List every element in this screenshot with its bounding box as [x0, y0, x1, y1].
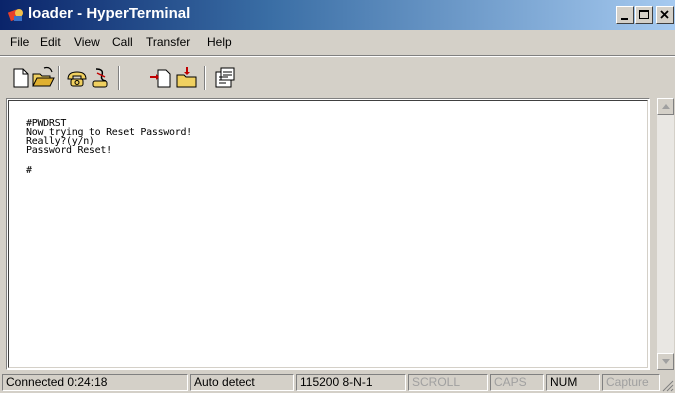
send-icon	[150, 69, 171, 88]
scroll-down-button[interactable]	[657, 353, 674, 370]
terminal-line: Password Reset!	[26, 145, 112, 156]
call-icon	[67, 71, 87, 87]
menu-file[interactable]: File	[10, 35, 29, 49]
status-detect: Auto detect	[190, 374, 294, 391]
vertical-scrollbar[interactable]	[656, 98, 674, 370]
close-icon	[660, 10, 669, 19]
scroll-up-button[interactable]	[657, 98, 674, 115]
status-scroll: SCROLL	[408, 374, 488, 391]
menu-view[interactable]: View	[74, 35, 100, 49]
minimize-button[interactable]	[616, 6, 634, 24]
title-bar[interactable]: loader - HyperTerminal	[0, 0, 675, 30]
send-button[interactable]	[148, 65, 174, 91]
disconnect-icon	[92, 68, 108, 88]
status-caps: CAPS	[490, 374, 544, 391]
toolbar-separator	[58, 66, 60, 90]
menu-call[interactable]: Call	[112, 35, 133, 49]
status-bar: Connected 0:24:18 Auto detect 115200 8-N…	[0, 371, 675, 393]
open-icon	[32, 66, 55, 87]
call-button[interactable]	[64, 65, 90, 91]
menu-separator	[0, 55, 675, 57]
toolbar-separator	[118, 66, 120, 90]
properties-icon	[215, 67, 235, 88]
terminal-area[interactable]: #PWDRST Now trying to Reset Password! Re…	[14, 106, 644, 364]
close-button[interactable]	[656, 6, 674, 24]
maximize-button[interactable]	[635, 6, 653, 24]
maximize-icon	[639, 10, 649, 19]
minimize-icon	[621, 18, 628, 20]
disconnect-button[interactable]	[88, 65, 114, 91]
status-num: NUM	[546, 374, 600, 391]
hyperterminal-icon[interactable]	[7, 7, 24, 23]
toolbar-separator	[204, 66, 206, 90]
toolbar	[0, 58, 675, 96]
menu-bar: File Edit View Call Transfer Help	[0, 30, 675, 54]
status-settings: 115200 8-N-1	[296, 374, 406, 391]
menu-transfer[interactable]: Transfer	[146, 35, 190, 49]
terminal-prompt: #	[26, 165, 32, 176]
arrow-down-icon	[662, 359, 670, 364]
receive-button[interactable]	[174, 65, 200, 91]
status-connected: Connected 0:24:18	[2, 374, 188, 391]
status-capture: Capture	[602, 374, 660, 391]
menu-edit[interactable]: Edit	[40, 35, 61, 49]
open-button[interactable]	[30, 65, 56, 91]
properties-button[interactable]	[212, 65, 238, 91]
arrow-up-icon	[662, 104, 670, 109]
receive-icon	[176, 67, 197, 88]
resize-grip-icon[interactable]	[662, 380, 674, 392]
window-title: loader - HyperTerminal	[28, 5, 191, 22]
menu-help[interactable]: Help	[207, 35, 232, 49]
